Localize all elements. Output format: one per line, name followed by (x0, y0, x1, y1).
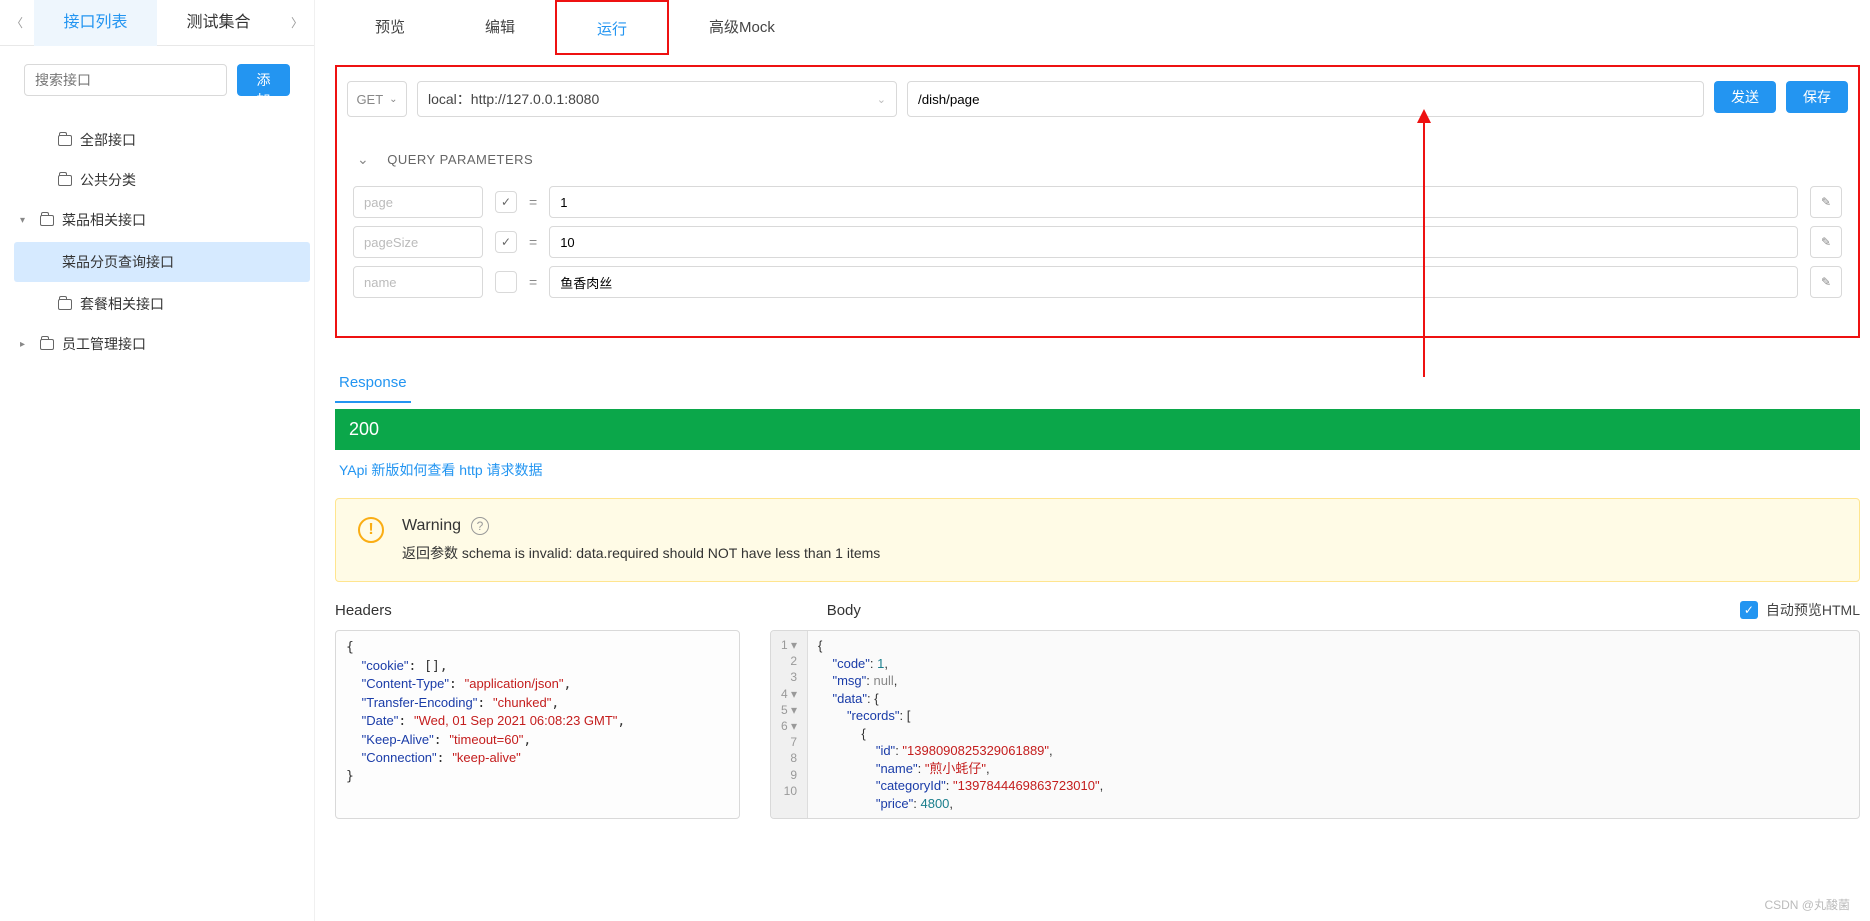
warning-box: ! Warning? 返回参数 schema is invalid: data.… (335, 498, 1860, 582)
tree-item-label: 套餐相关接口 (80, 294, 164, 314)
param-row-name: = ✎ (347, 266, 1848, 298)
warning-title: Warning (402, 517, 461, 535)
tree-dish-api[interactable]: ▾ 菜品相关接口 (10, 200, 314, 240)
api-tree: 全部接口 公共分类 ▾ 菜品相关接口 菜品分页查询接口 套餐相关接口 ▸ 员工管理接… (0, 114, 314, 370)
help-icon[interactable]: ? (471, 517, 489, 535)
preview-html-label: 自动预览HTML (1766, 600, 1860, 620)
next-tab-icon[interactable]: 〉 (280, 0, 314, 46)
send-button[interactable]: 发送 (1714, 81, 1776, 113)
tab-edit[interactable]: 编辑 (445, 0, 555, 55)
param-checkbox[interactable]: ✓ (495, 231, 517, 253)
request-panel: GET⌄ local：http://127.0.0.1:8080⌄ 发送 保存 … (335, 65, 1860, 338)
param-row-page: ✓ = ✎ (347, 186, 1848, 218)
chevron-down-icon: ⌄ (357, 151, 369, 168)
param-key[interactable] (353, 266, 483, 298)
equals-sign: = (529, 274, 537, 290)
tab-test-suite[interactable]: 测试集合 (157, 0, 280, 46)
chevron-down-icon: ⌄ (877, 93, 886, 106)
folder-icon (58, 175, 72, 186)
save-button[interactable]: 保存 (1786, 81, 1848, 113)
param-value[interactable] (549, 186, 1798, 218)
edit-icon[interactable]: ✎ (1810, 226, 1842, 258)
http-method-select[interactable]: GET⌄ (347, 81, 407, 117)
body-title: Body (827, 602, 861, 619)
warning-message: 返回参数 schema is invalid: data.required sh… (402, 543, 880, 563)
param-value[interactable] (549, 226, 1798, 258)
tab-preview[interactable]: 预览 (335, 0, 445, 55)
caret-right-icon: ▸ (20, 339, 32, 350)
tree-employee-api[interactable]: ▸ 员工管理接口 (10, 324, 314, 364)
tree-item-label: 员工管理接口 (62, 334, 146, 354)
tab-api-list[interactable]: 接口列表 (34, 0, 157, 46)
line-gutter: 1 ▾234 ▾5 ▾6 ▾78910 (771, 631, 808, 818)
preview-html-checkbox[interactable]: ✓ (1740, 601, 1758, 619)
tree-public[interactable]: 公共分类 (10, 160, 314, 200)
tab-mock[interactable]: 高级Mock (669, 0, 815, 55)
param-key[interactable] (353, 226, 483, 258)
add-category-button[interactable]: 添加分类 (237, 64, 290, 96)
tree-item-label: 菜品分页查询接口 (62, 252, 174, 272)
tree-setmeal-api[interactable]: 套餐相关接口 (10, 284, 314, 324)
equals-sign: = (529, 234, 537, 250)
edit-icon[interactable]: ✎ (1810, 266, 1842, 298)
body-code[interactable]: 1 ▾234 ▾5 ▾6 ▾78910 { "code": 1, "msg": … (770, 630, 1860, 819)
tab-run[interactable]: 运行 (555, 0, 669, 55)
folder-icon (40, 339, 54, 350)
main-tabs: 预览 编辑 运行 高级Mock (335, 0, 1860, 55)
chevron-down-icon: ⌄ (389, 94, 397, 105)
search-input[interactable] (24, 64, 227, 96)
equals-sign: = (529, 194, 537, 210)
query-params-toggle[interactable]: ⌄QUERY PARAMETERS (357, 151, 1846, 168)
status-code: 200 (335, 409, 1860, 450)
folder-icon (40, 215, 54, 226)
tree-item-label: 全部接口 (80, 130, 136, 150)
param-checkbox[interactable] (495, 271, 517, 293)
sidebar-tabs: 〈 接口列表 测试集合 〉 (0, 0, 314, 46)
tree-item-label: 公共分类 (80, 170, 136, 190)
response-tab[interactable]: Response (335, 364, 411, 403)
folder-icon (58, 299, 72, 310)
path-input[interactable] (907, 81, 1704, 117)
yapi-help-link[interactable]: YApi 新版如何查看 http 请求数据 (335, 450, 547, 490)
folder-icon (58, 135, 72, 146)
caret-down-icon: ▾ (20, 215, 32, 226)
param-key[interactable] (353, 186, 483, 218)
prev-tab-icon[interactable]: 〈 (0, 0, 34, 46)
param-value[interactable] (549, 266, 1798, 298)
edit-icon[interactable]: ✎ (1810, 186, 1842, 218)
tree-dish-page-query[interactable]: 菜品分页查询接口 (14, 242, 310, 282)
headers-code[interactable]: { "cookie": [], "Content-Type": "applica… (335, 630, 740, 819)
watermark: CSDN @丸酸菌 (1764, 896, 1850, 913)
warning-icon: ! (358, 517, 384, 543)
env-select[interactable]: local：http://127.0.0.1:8080⌄ (417, 81, 897, 117)
tree-item-label: 菜品相关接口 (62, 210, 146, 230)
headers-title: Headers (335, 602, 392, 619)
param-row-pagesize: ✓ = ✎ (347, 226, 1848, 258)
param-checkbox[interactable]: ✓ (495, 191, 517, 213)
